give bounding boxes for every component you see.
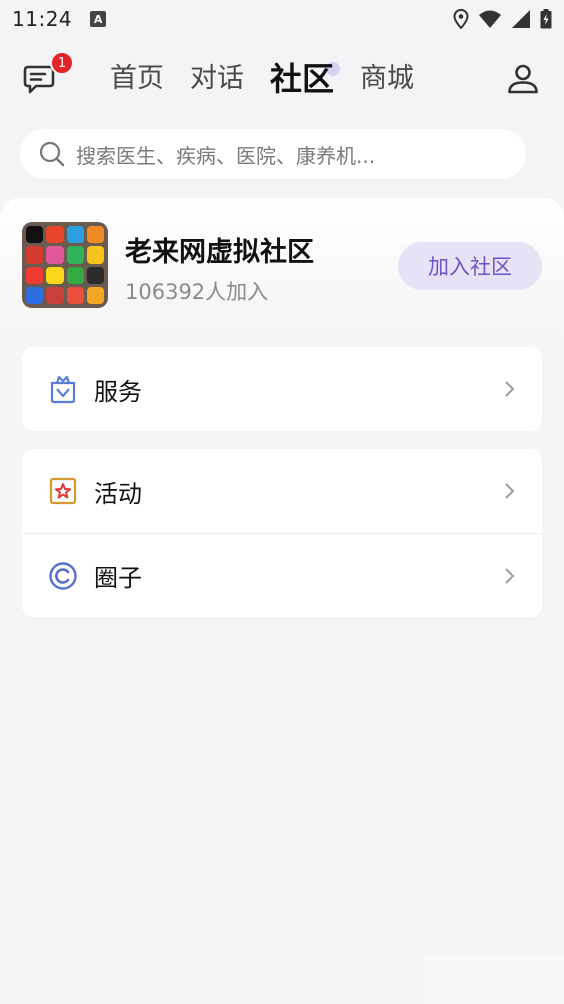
service-box-icon	[50, 375, 76, 404]
service-card: 服务	[22, 347, 542, 431]
tab-mall[interactable]: 商城	[360, 56, 414, 102]
menu-item-circle[interactable]: 圈子	[22, 533, 542, 617]
tab-chat-label: 对话	[190, 63, 244, 94]
search-bar[interactable]: 搜索医生、疾病、医院、康养机...	[20, 129, 526, 179]
status-icons	[453, 9, 552, 29]
community-member-count: 106392人加入	[125, 280, 269, 304]
star-badge-icon	[49, 477, 77, 505]
location-icon	[453, 9, 469, 29]
activities-card: 活动 圈子	[22, 449, 542, 617]
corner-overlay	[424, 955, 564, 1004]
main-tabs: 首页 对话 社区 商城	[110, 56, 440, 102]
search-icon	[39, 141, 65, 167]
notification-a-icon: A	[90, 11, 107, 27]
tab-mall-label: 商城	[360, 63, 415, 94]
menu-item-activity-label: 活动	[94, 479, 142, 508]
chevron-right-icon	[505, 381, 515, 397]
signal-icon	[512, 10, 530, 28]
battery-icon	[540, 9, 552, 29]
status-time: 11:24	[12, 7, 73, 31]
chevron-right-icon	[505, 567, 515, 584]
chevron-right-icon	[505, 483, 515, 499]
tab-community[interactable]: 社区	[270, 56, 341, 102]
search-placeholder: 搜索医生、疾病、医院、康养机...	[76, 143, 376, 168]
community-panel: 老来网虚拟社区 106392人加入 加入社区 服务 活动 圈子	[0, 198, 564, 1004]
tab-home[interactable]: 首页	[110, 56, 164, 102]
message-count-badge: 1	[50, 51, 74, 75]
menu-item-service[interactable]: 服务	[22, 347, 542, 431]
community-header: 老来网虚拟社区 106392人加入 加入社区	[22, 222, 542, 310]
menu-item-activity[interactable]: 活动	[22, 449, 542, 533]
profile-button[interactable]	[506, 62, 542, 98]
join-community-button[interactable]: 加入社区	[398, 242, 542, 290]
tab-community-label: 社区	[270, 60, 335, 98]
wifi-icon	[479, 10, 501, 28]
user-icon	[508, 64, 538, 94]
community-thumbnail	[22, 222, 108, 308]
status-bar: 11:24 A	[0, 0, 564, 38]
tab-home-label: 首页	[110, 63, 164, 94]
menu-item-circle-label: 圈子	[94, 564, 142, 592]
community-title: 老来网虚拟社区	[125, 237, 314, 268]
menu-item-service-label: 服务	[94, 377, 142, 406]
circle-ring-icon	[49, 561, 77, 590]
top-navigation: 1 首页 对话 社区 商城	[0, 50, 564, 110]
tab-chat[interactable]: 对话	[190, 56, 244, 102]
